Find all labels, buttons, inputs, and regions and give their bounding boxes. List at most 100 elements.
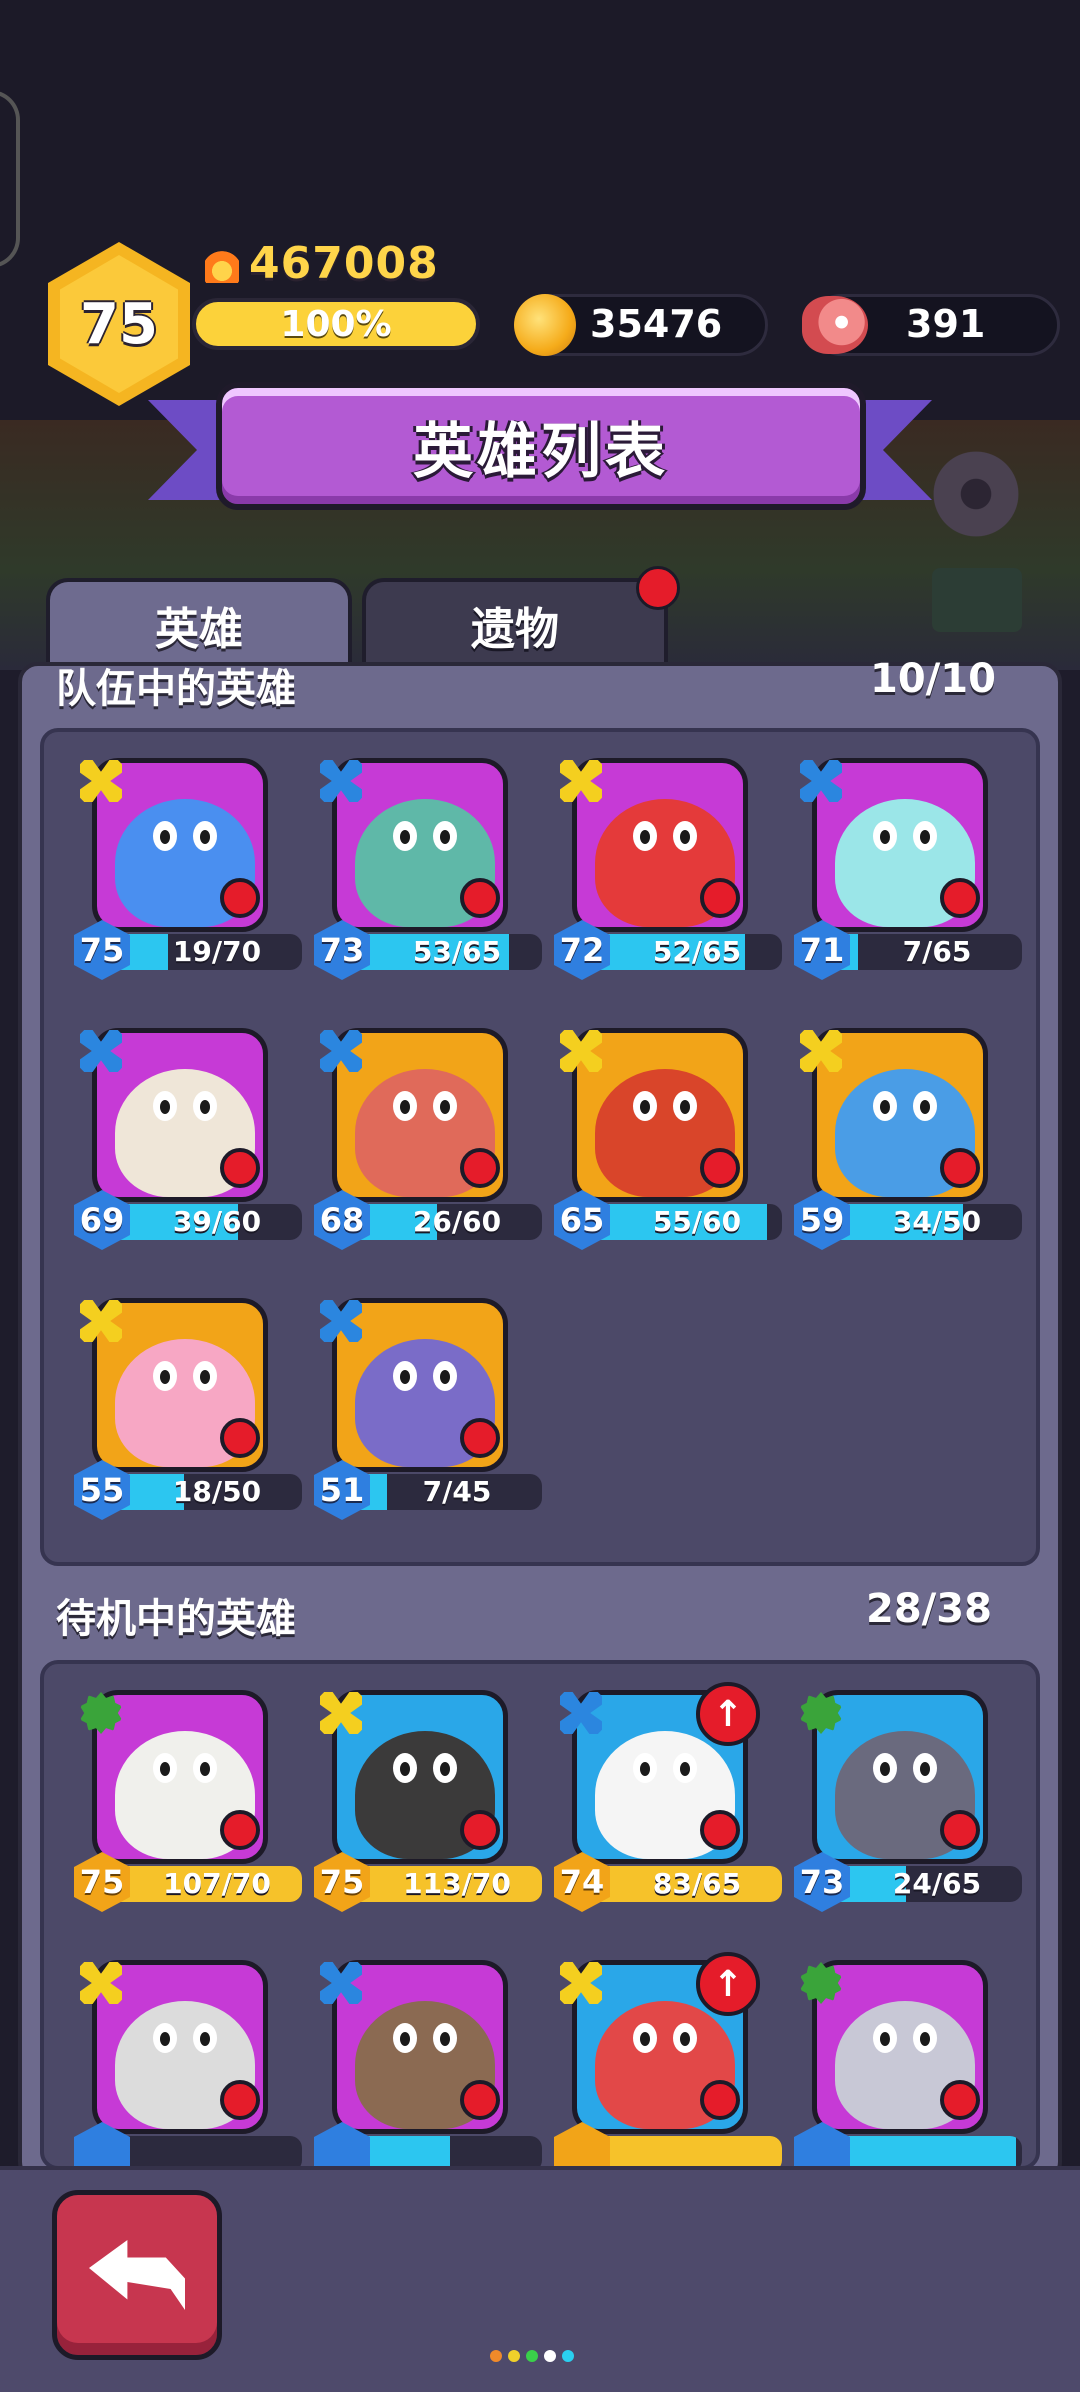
hero-level-bar: 75 113/70 [314, 1852, 542, 1912]
hero-card[interactable]: 59 34/50 [790, 1020, 1022, 1250]
notification-dot [460, 1810, 500, 1850]
hero-eye [433, 1361, 457, 1391]
hero-shard-progress: 107/70 [118, 1866, 302, 1902]
hero-card[interactable]: 75 113/70 [310, 1682, 542, 1912]
notification-dot [220, 1810, 260, 1850]
hero-level-bar: 75 19/70 [74, 920, 302, 980]
hero-eye [393, 2023, 417, 2053]
hero-eye [633, 821, 657, 851]
hero-class-icon [70, 1682, 132, 1744]
hero-level: 74 [554, 1852, 610, 1912]
hero-class-icon [70, 750, 132, 812]
hero-class-icon [790, 750, 852, 812]
team-grid: 75 19/70 73 53/65 72 52/65 71 7/65 69 39/60 68 26/6… [40, 728, 1040, 1566]
hero-card[interactable]: 65 55/60 [550, 1020, 782, 1250]
exp-bar: 100% [192, 298, 480, 350]
hero-level: 75 [74, 920, 130, 980]
hero-card[interactable]: 75 19/70 [70, 750, 302, 980]
flame-icon [205, 243, 239, 283]
hero-eye [393, 1091, 417, 1121]
hero-level-bar: 73 53/65 [314, 920, 542, 980]
hero-eye [673, 1753, 697, 1783]
hero-card[interactable]: 69 39/60 [70, 1020, 302, 1250]
hero-card[interactable] [310, 1952, 542, 2166]
hero-eye [393, 1361, 417, 1391]
hero-progress-text [852, 2136, 1022, 2166]
hero-level [74, 2122, 130, 2166]
hero-shard-progress: 113/70 [358, 1866, 542, 1902]
hero-level-bar: 73 24/65 [794, 1852, 1022, 1912]
hero-shard-progress: 26/60 [358, 1204, 542, 1240]
hero-shard-progress: 7/65 [838, 934, 1022, 970]
upgrade-arrow-icon: ↑ [696, 1682, 760, 1746]
hero-class-icon [550, 1952, 612, 2014]
tab-heroes[interactable]: 英雄 [46, 578, 352, 668]
notification-dot [700, 1148, 740, 1188]
hero-shard-progress: 19/70 [118, 934, 302, 970]
hero-card[interactable]: ↑ [550, 1952, 782, 2166]
back-button[interactable] [52, 2190, 222, 2360]
team-section-title: 队伍中的英雄 [56, 666, 296, 712]
hero-card[interactable] [790, 1952, 1022, 2166]
hero-card[interactable]: 71 7/65 [790, 750, 1022, 980]
hero-eye [873, 1753, 897, 1783]
hero-card[interactable]: 73 24/65 [790, 1682, 1022, 1912]
hero-card[interactable]: 55 18/50 [70, 1290, 302, 1520]
hero-progress-text [132, 2136, 302, 2166]
power-value: 467008 [249, 237, 439, 289]
hero-eye [913, 1753, 937, 1783]
side-menu-edge[interactable] [0, 90, 20, 268]
hero-class-icon [790, 1020, 852, 1082]
title-banner: 英雄列表 [216, 382, 866, 510]
hero-progress-text: 19/70 [172, 935, 262, 968]
hero-shard-progress [358, 2136, 542, 2166]
hero-card[interactable]: 75 107/70 [70, 1682, 302, 1912]
hero-card[interactable]: ↑ 74 83/65 [550, 1682, 782, 1912]
hero-progress-text: 107/70 [163, 1867, 271, 1900]
hero-eye [153, 1091, 177, 1121]
hero-level-bar: 51 7/45 [314, 1460, 542, 1520]
hero-progress-text: 7/45 [422, 1475, 492, 1508]
hero-level [314, 2122, 370, 2166]
mail-icon[interactable] [932, 568, 1022, 632]
hero-card[interactable]: 73 53/65 [310, 750, 542, 980]
notification-dot [700, 2080, 740, 2120]
notification-dot [220, 878, 260, 918]
hero-eye [433, 2023, 457, 2053]
hero-level: 75 [314, 1852, 370, 1912]
notification-dot [460, 878, 500, 918]
hero-level: 51 [314, 1460, 370, 1520]
hero-eye [673, 1091, 697, 1121]
hero-class-icon [310, 1952, 372, 2014]
hero-progress-text: 7/65 [902, 935, 972, 968]
hero-class-icon [310, 750, 372, 812]
hero-eye [913, 1091, 937, 1121]
hero-card[interactable] [70, 1952, 302, 2166]
hero-card[interactable]: 68 26/60 [310, 1020, 542, 1250]
hero-eye [633, 1753, 657, 1783]
hero-level: 72 [554, 920, 610, 980]
hero-card[interactable]: 72 52/65 [550, 750, 782, 980]
notification-dot [940, 1148, 980, 1188]
standby-section-count: 28/38 [866, 1586, 992, 1632]
hero-level: 68 [314, 1190, 370, 1250]
notification-dot [460, 1148, 500, 1188]
meat-icon [802, 296, 868, 354]
hero-level: 69 [74, 1190, 130, 1250]
hero-progress-text: 55/60 [652, 1205, 742, 1238]
hero-level: 55 [74, 1460, 130, 1520]
gear-icon[interactable] [928, 446, 1024, 542]
hero-shard-progress [598, 2136, 782, 2166]
tab-relics[interactable]: 遗物 [362, 578, 668, 668]
hero-eye [433, 1753, 457, 1783]
hero-level-bar: 74 83/65 [554, 1852, 782, 1912]
notification-dot [220, 1418, 260, 1458]
hero-level-bar [794, 2122, 1022, 2166]
hero-class-icon [790, 1952, 852, 2014]
hero-card[interactable]: 51 7/45 [310, 1290, 542, 1520]
coin-icon [514, 294, 576, 356]
hero-eye [913, 2023, 937, 2053]
page-dot [508, 2350, 520, 2362]
hero-class-icon [550, 1020, 612, 1082]
hero-progress-text [372, 2136, 542, 2166]
